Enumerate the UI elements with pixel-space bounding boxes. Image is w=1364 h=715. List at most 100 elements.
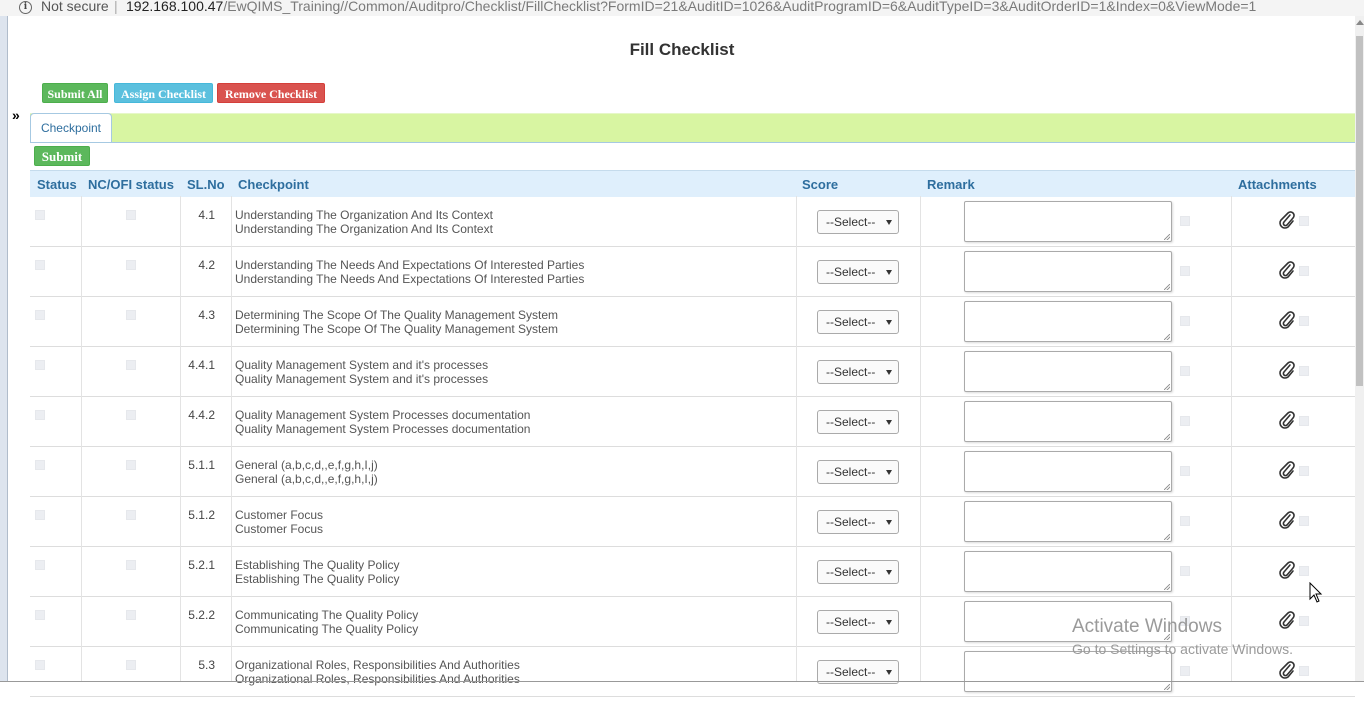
score-select[interactable]: --Select-- <box>817 260 899 284</box>
checkpoint-line-2: Determining The Scope Of The Quality Man… <box>235 322 559 336</box>
nc-ofi-checkbox[interactable] <box>126 210 136 220</box>
status-checkbox[interactable] <box>35 210 45 220</box>
activate-windows-subtitle: Go to Settings to activate Windows. <box>1072 641 1293 657</box>
resize-grip-icon[interactable] <box>1164 484 1170 490</box>
score-select[interactable]: --Select-- <box>817 210 899 234</box>
paperclip-icon[interactable] <box>1279 361 1295 384</box>
scrollbar-thumb[interactable] <box>1356 36 1363 386</box>
assign-checklist-button[interactable]: Assign Checklist <box>114 83 213 103</box>
paperclip-icon[interactable] <box>1279 411 1295 434</box>
status-checkbox[interactable] <box>35 610 45 620</box>
checkpoint-text: General (a,b,c,d,,e,f,g,h,I,j) General (a… <box>235 458 378 486</box>
resize-grip-icon[interactable] <box>1164 384 1170 390</box>
tab-checkpoint[interactable]: Checkpoint <box>30 113 112 142</box>
column-header-status: Status <box>37 177 77 192</box>
score-select[interactable]: --Select-- <box>817 410 899 434</box>
row-slno: 5.3 <box>198 658 215 672</box>
dropdown-arrow-icon <box>886 570 892 575</box>
status-checkbox[interactable] <box>35 560 45 570</box>
checkpoint-line-2: Understanding The Needs And Expectations… <box>235 272 585 286</box>
status-checkbox[interactable] <box>35 660 45 670</box>
nc-ofi-checkbox[interactable] <box>126 510 136 520</box>
row-slno: 5.2.2 <box>188 608 215 622</box>
activate-windows-title: Activate Windows <box>1072 616 1222 637</box>
row-slno: 5.1.2 <box>188 508 215 522</box>
info-icon[interactable]: i <box>19 1 32 14</box>
remark-flag-box <box>1180 466 1190 476</box>
paperclip-icon[interactable] <box>1279 311 1295 334</box>
dropdown-arrow-icon <box>886 220 892 225</box>
score-select[interactable]: --Select-- <box>817 610 899 634</box>
remark-textarea[interactable] <box>964 351 1172 392</box>
score-select[interactable]: --Select-- <box>817 460 899 484</box>
resize-grip-icon[interactable] <box>1164 684 1170 690</box>
paperclip-icon[interactable] <box>1279 461 1295 484</box>
dropdown-arrow-icon <box>886 320 892 325</box>
remark-textarea[interactable] <box>964 251 1172 292</box>
nc-ofi-checkbox[interactable] <box>126 410 136 420</box>
url-host: 192.168.100.47 <box>126 0 224 14</box>
score-select[interactable]: --Select-- <box>817 510 899 534</box>
resize-grip-icon[interactable] <box>1164 334 1170 340</box>
remark-textarea[interactable] <box>964 551 1172 592</box>
checkpoint-line-1: Communicating The Quality Policy <box>235 608 419 622</box>
resize-grip-icon[interactable] <box>1164 234 1170 240</box>
resize-grip-icon[interactable] <box>1164 284 1170 290</box>
status-checkbox[interactable] <box>35 260 45 270</box>
checkpoint-text: Determining The Scope Of The Quality Man… <box>235 308 558 336</box>
checkpoint-text: Understanding The Needs And Expectations… <box>235 258 584 286</box>
remove-checklist-button[interactable]: Remove Checklist <box>217 83 325 103</box>
remark-textarea[interactable] <box>964 301 1172 342</box>
remark-textarea[interactable] <box>964 451 1172 492</box>
resize-grip-icon[interactable] <box>1164 584 1170 590</box>
status-checkbox[interactable] <box>35 460 45 470</box>
nc-ofi-checkbox[interactable] <box>126 610 136 620</box>
nc-ofi-checkbox[interactable] <box>126 560 136 570</box>
status-checkbox[interactable] <box>35 410 45 420</box>
remark-flag-box <box>1180 316 1190 326</box>
sidebar-toggle-icon[interactable]: » <box>12 107 20 123</box>
checkpoint-line-2: Communicating The Quality Policy <box>235 622 419 636</box>
attachment-flag-box <box>1299 516 1309 526</box>
score-select[interactable]: --Select-- <box>817 360 899 384</box>
submit-button[interactable]: Submit <box>34 146 90 166</box>
score-select-value: --Select-- <box>826 465 876 479</box>
score-select[interactable]: --Select-- <box>817 310 899 334</box>
submit-all-button[interactable]: Submit All <box>42 83 108 103</box>
remark-textarea[interactable] <box>964 401 1172 442</box>
status-checkbox[interactable] <box>35 510 45 520</box>
checkpoint-line-2: General (a,b,c,d,,e,f,g,h,I,j) <box>235 472 378 486</box>
nc-ofi-checkbox[interactable] <box>126 460 136 470</box>
status-checkbox[interactable] <box>35 310 45 320</box>
scroll-up-arrow-icon[interactable] <box>1356 20 1364 25</box>
remark-textarea[interactable] <box>964 651 1172 692</box>
resize-grip-icon[interactable] <box>1164 534 1170 540</box>
attachment-flag-box <box>1299 666 1309 676</box>
url-text[interactable]: 192.168.100.47/EwQIMS_Training//Common/A… <box>126 0 1256 14</box>
paperclip-icon[interactable] <box>1279 511 1295 534</box>
attachment-flag-box <box>1299 366 1309 376</box>
score-select[interactable]: --Select-- <box>817 560 899 584</box>
checkpoint-line-1: Understanding The Needs And Expectations… <box>235 258 585 272</box>
column-header-score: Score <box>802 177 839 192</box>
remark-textarea[interactable] <box>964 501 1172 542</box>
nc-ofi-checkbox[interactable] <box>126 660 136 670</box>
security-label[interactable]: Not secure <box>41 0 109 14</box>
checkpoint-line-1: Establishing The Quality Policy <box>235 558 400 572</box>
score-select-value: --Select-- <box>826 365 876 379</box>
status-checkbox[interactable] <box>35 360 45 370</box>
paperclip-icon[interactable] <box>1279 211 1295 234</box>
paperclip-icon[interactable] <box>1279 261 1295 284</box>
paperclip-icon[interactable] <box>1279 611 1295 634</box>
nc-ofi-checkbox[interactable] <box>126 360 136 370</box>
remark-textarea[interactable] <box>964 201 1172 242</box>
resize-grip-icon[interactable] <box>1164 434 1170 440</box>
nc-ofi-checkbox[interactable] <box>126 260 136 270</box>
vertical-scrollbar[interactable] <box>1355 16 1364 682</box>
remark-flag-box <box>1180 266 1190 276</box>
address-separator: | <box>114 0 118 14</box>
nc-ofi-checkbox[interactable] <box>126 310 136 320</box>
address-bar[interactable]: i Not secure | 192.168.100.47/EwQIMS_Tra… <box>0 0 1364 16</box>
paperclip-icon[interactable] <box>1279 561 1295 584</box>
column-header-nc-ofi: NC/OFI status <box>88 177 174 192</box>
